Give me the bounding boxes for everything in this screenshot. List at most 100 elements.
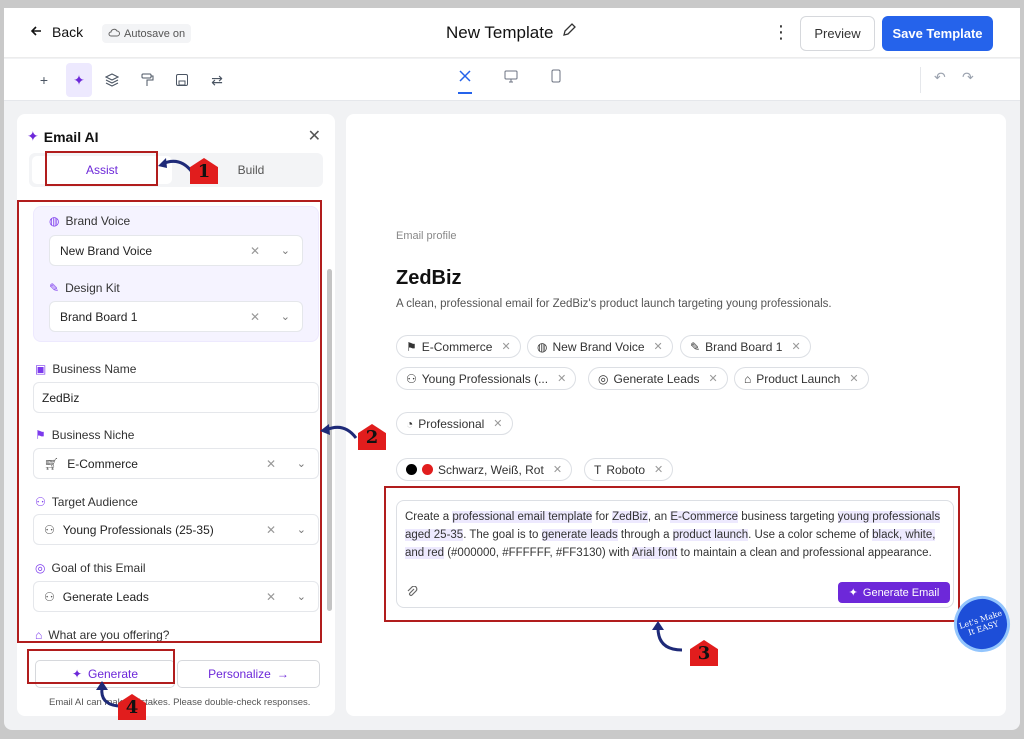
annotation-arrow-4 xyxy=(96,681,119,708)
brush-icon: ✎ xyxy=(49,281,60,295)
brush-icon: ✎ xyxy=(690,339,701,354)
chevron-down-icon[interactable]: ⌄ xyxy=(281,310,290,323)
chip-offering[interactable]: ⌂ Product Launch ✕ xyxy=(734,367,869,390)
target-audience-label: ⚇ Target Audience xyxy=(35,495,138,509)
chip-audience[interactable]: ⚇ Young Professionals (... ✕ xyxy=(396,367,577,390)
panel-title-text: Email AI xyxy=(43,128,99,145)
chevron-down-icon[interactable]: ⌄ xyxy=(297,457,306,470)
remove-icon[interactable]: ✕ xyxy=(557,372,566,385)
clear-icon[interactable]: ✕ xyxy=(266,523,276,537)
save-template-button[interactable]: Save Template xyxy=(882,16,993,51)
profile-label: Email profile xyxy=(396,230,457,242)
chip-niche[interactable]: ⚑ E-Commerce ✕ xyxy=(396,335,521,358)
red-swatch xyxy=(422,464,433,475)
arrow-right-icon: → xyxy=(276,667,289,681)
annotation-arrow-2 xyxy=(320,424,358,439)
save-disk-icon[interactable] xyxy=(170,68,194,92)
add-icon[interactable]: + xyxy=(32,68,56,92)
chevron-down-icon[interactable]: ⌄ xyxy=(297,590,306,603)
text-type-icon: T xyxy=(594,462,602,477)
disclaimer-text: Email AI can make mistakes. Please doubl… xyxy=(49,697,311,708)
redo-icon[interactable]: ↷ xyxy=(962,69,974,86)
desktop-view-icon[interactable] xyxy=(504,69,518,86)
business-name-label: ▣ Business Name xyxy=(35,362,137,376)
clear-icon[interactable]: ✕ xyxy=(250,310,260,324)
paperclip-icon[interactable] xyxy=(406,585,418,601)
remove-icon[interactable]: ✕ xyxy=(553,463,562,476)
toolbar-divider xyxy=(920,67,921,93)
remove-icon[interactable]: ✕ xyxy=(709,372,718,385)
sparkle-icon: ✦ xyxy=(848,587,858,599)
back-button[interactable]: Back xyxy=(30,24,83,40)
flag-icon: ⚑ xyxy=(406,339,417,354)
design-kit-select[interactable]: Brand Board 1 ✕ ⌄ xyxy=(49,301,303,332)
pencil-icon[interactable] xyxy=(561,22,577,43)
flag-icon: ⚑ xyxy=(35,428,46,442)
remove-icon[interactable]: ✕ xyxy=(654,340,663,353)
remove-icon[interactable]: ✕ xyxy=(849,372,858,385)
app-window: Back Autosave on New Template ⋮ Preview … xyxy=(4,8,1020,730)
target-icon: ◎ xyxy=(35,561,46,575)
brand-name: ZedBiz xyxy=(396,267,462,289)
tab-assist[interactable]: Assist xyxy=(32,156,172,184)
design-tools-icon[interactable] xyxy=(458,69,472,94)
email-ai-panel: ✦ Email AI ✕ Assist Build ◍ Brand Voice … xyxy=(17,114,335,716)
paint-roller-icon[interactable] xyxy=(135,68,159,92)
black-swatch xyxy=(406,464,417,475)
back-label: Back xyxy=(52,24,84,40)
remove-icon[interactable]: ✕ xyxy=(791,340,800,353)
more-options-icon[interactable]: ⋮ xyxy=(772,22,790,43)
business-niche-label: ⚑ Business Niche xyxy=(35,428,135,442)
target-audience-select[interactable]: ⚇ Young Professionals (25-35) ✕ ⌄ xyxy=(33,514,319,545)
template-title[interactable]: New Template xyxy=(446,22,577,43)
undo-icon[interactable]: ↶ xyxy=(934,69,946,86)
clear-icon[interactable]: ✕ xyxy=(250,244,260,258)
offering-label: ⌂ What are you offering? xyxy=(35,628,170,642)
brand-voice-select[interactable]: New Brand Voice ✕ ⌄ xyxy=(49,235,303,266)
clear-icon[interactable]: ✕ xyxy=(266,457,276,471)
business-name-input[interactable]: ZedBiz xyxy=(33,382,319,413)
autosave-status: Autosave on xyxy=(102,24,192,43)
panel-title: ✦ Email AI xyxy=(27,128,98,145)
chip-goal[interactable]: ◎ Generate Leads ✕ xyxy=(588,367,728,390)
mobile-view-icon[interactable] xyxy=(550,69,562,86)
sparkle-ai-icon[interactable]: ✦ xyxy=(66,63,92,97)
tag-icon: ⌂ xyxy=(744,371,752,386)
sparkle-icon: ✦ xyxy=(27,128,39,144)
autosave-label: Autosave on xyxy=(124,27,186,40)
chip-voice[interactable]: ◍ New Brand Voice ✕ xyxy=(527,335,673,358)
preview-button[interactable]: Preview xyxy=(800,16,875,51)
brand-voice-label: ◍ Brand Voice xyxy=(49,214,131,228)
chip-tone[interactable]: ◔ Professional ✕ xyxy=(396,412,513,435)
remove-icon[interactable]: ✕ xyxy=(501,340,510,353)
voice-wave-icon: ◍ xyxy=(537,339,548,354)
id-card-icon: ▣ xyxy=(35,362,47,376)
chevron-down-icon[interactable]: ⌄ xyxy=(297,523,306,536)
remove-icon[interactable]: ✕ xyxy=(654,463,663,476)
cloud-icon xyxy=(108,27,120,40)
top-bar: Back Autosave on New Template ⋮ Preview … xyxy=(4,8,1020,58)
users-icon: ⚇ xyxy=(44,522,55,537)
chip-colors[interactable]: Schwarz, Weiß, Rot ✕ xyxy=(396,458,573,481)
clear-icon[interactable]: ✕ xyxy=(266,590,276,604)
chevron-down-icon[interactable]: ⌄ xyxy=(281,244,290,257)
chip-font[interactable]: T Roboto ✕ xyxy=(584,458,674,481)
swap-icon[interactable]: ⇄ xyxy=(205,68,229,92)
goal-label: ◎ Goal of this Email xyxy=(35,561,146,575)
annotation-arrow-3 xyxy=(652,621,683,652)
close-icon[interactable]: ✕ xyxy=(308,126,321,146)
template-title-text: New Template xyxy=(446,22,554,42)
voice-wave-icon: ◍ xyxy=(49,214,60,228)
user-icon: ⚇ xyxy=(406,371,417,386)
generate-email-button[interactable]: ✦ Generate Email xyxy=(838,582,950,603)
profile-subtitle: A clean, professional email for ZedBiz's… xyxy=(396,298,832,310)
chip-design-kit[interactable]: ✎ Brand Board 1 ✕ xyxy=(680,335,811,358)
cart-icon: 🛒︎ xyxy=(44,456,60,471)
remove-icon[interactable]: ✕ xyxy=(493,417,502,430)
chat-icon: ◔ xyxy=(406,416,414,431)
business-niche-select[interactable]: 🛒︎ E-Commerce ✕ ⌄ xyxy=(33,448,319,479)
personalize-button[interactable]: Personalize → xyxy=(177,660,320,688)
layers-icon[interactable] xyxy=(100,68,124,92)
goal-select[interactable]: ⚇ Generate Leads ✕ ⌄ xyxy=(33,581,319,612)
sparkle-icon: ✦ xyxy=(71,667,82,681)
